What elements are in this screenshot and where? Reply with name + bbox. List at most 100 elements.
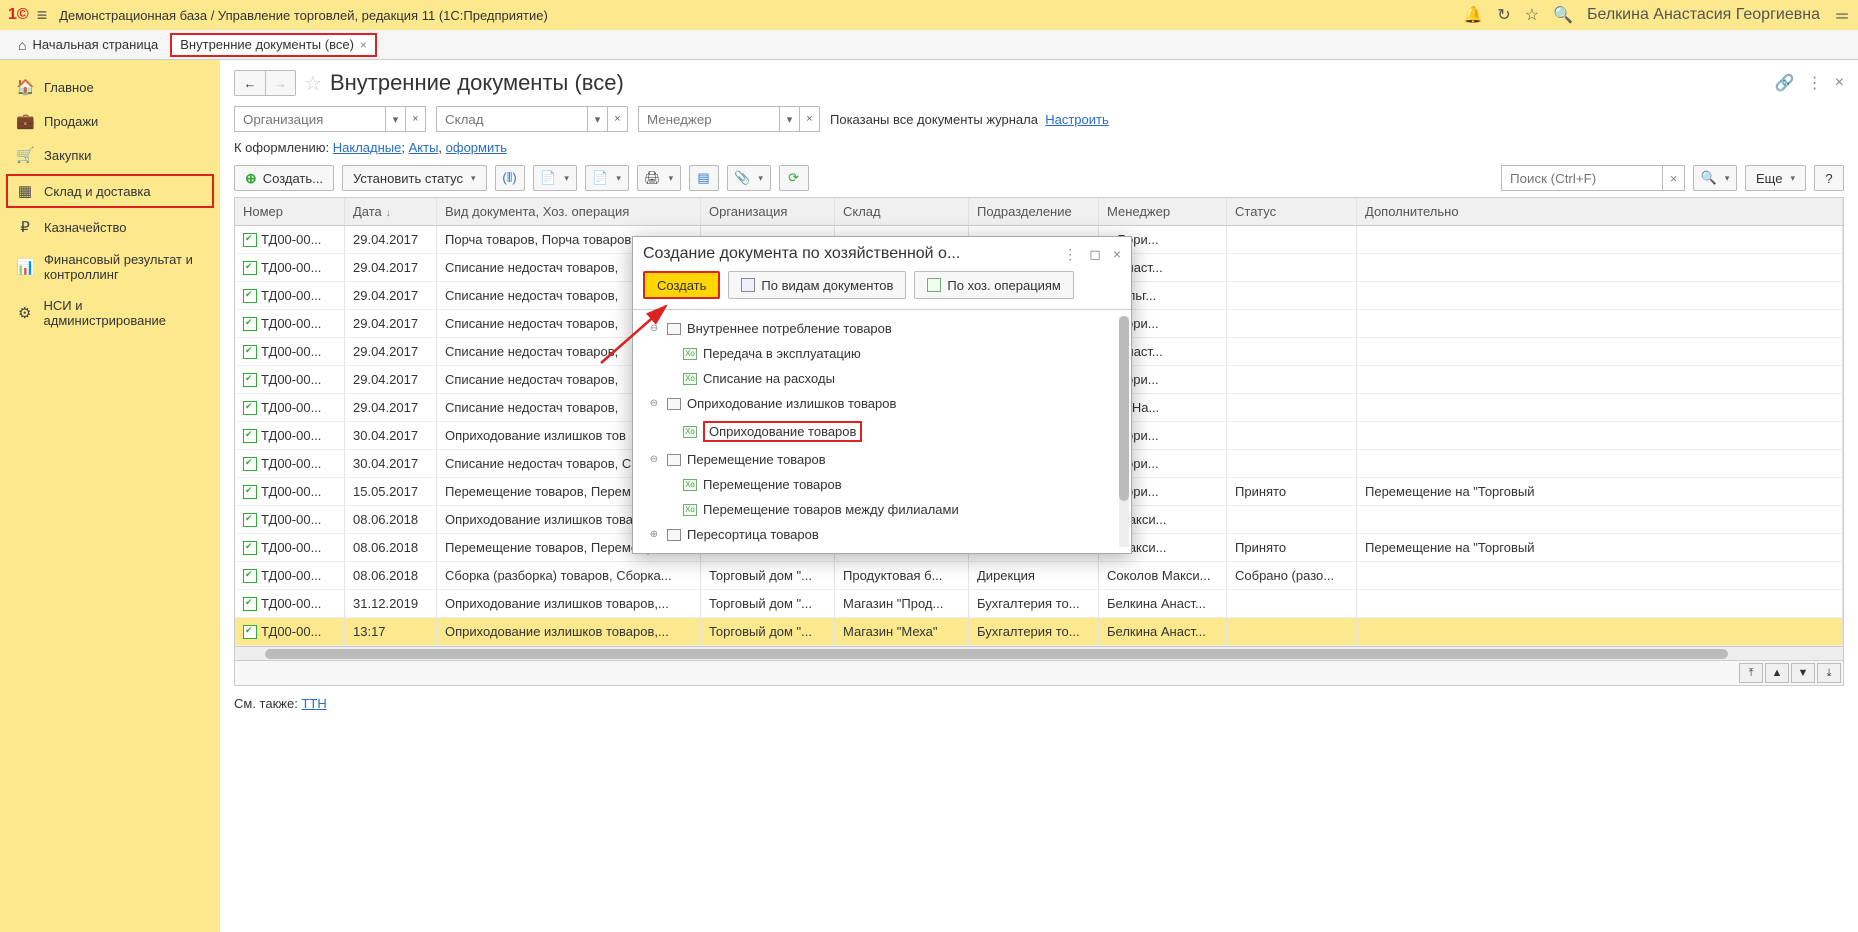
find-button[interactable]: 🔍▾ [1693, 165, 1737, 191]
dialog-by-types-button[interactable]: По видам документов [728, 271, 906, 299]
tab-active[interactable]: Внутренние документы (все) × [170, 33, 377, 57]
dialog-create-button[interactable]: Создать [643, 271, 720, 299]
dropdown-icon[interactable]: ▾ [779, 107, 799, 131]
clear-search-icon[interactable]: × [1662, 166, 1684, 190]
kebab-icon[interactable]: ⋮ [1807, 73, 1823, 93]
col-header-org[interactable]: Организация [701, 198, 835, 225]
sidebar-item[interactable]: 💼Продажи [0, 104, 220, 138]
set-status-button[interactable]: Установить статус ▾ [342, 165, 487, 191]
nav-forward-button[interactable]: → [265, 71, 295, 95]
tree-leaf[interactable]: ХоПеремещение товаров между филиалами [633, 497, 1131, 522]
attach-button[interactable]: 📎▾ [727, 165, 771, 191]
dialog-kebab-icon[interactable]: ⋮ [1063, 246, 1077, 263]
tree-leaf[interactable]: ХоПередача в эксплуатацию [633, 341, 1131, 366]
sidebar-item[interactable]: ▦Склад и доставка [6, 174, 214, 208]
col-header-dop[interactable]: Дополнительно [1357, 198, 1843, 225]
doc-status-icon [243, 597, 257, 611]
search-input[interactable] [1502, 166, 1662, 190]
clear-icon[interactable]: × [799, 107, 819, 131]
link-akty[interactable]: Акты [409, 140, 439, 155]
col-header-date[interactable]: Дата↓ [345, 198, 437, 225]
expander-icon[interactable]: ⊖ [647, 398, 661, 409]
search-icon[interactable]: 🔍 [1553, 5, 1573, 25]
page-header: ← → ☆ Внутренние документы (все) 🔗 ⋮ × [234, 70, 1844, 96]
create-button[interactable]: ⊕ Создать... [234, 165, 334, 191]
search-box[interactable]: × [1501, 165, 1685, 191]
bell-icon[interactable]: 🔔 [1463, 5, 1483, 25]
col-header-mgr[interactable]: Менеджер [1099, 198, 1227, 225]
close-page-icon[interactable]: × [1835, 74, 1844, 92]
tab-home[interactable]: ⌂ Начальная страница [6, 30, 170, 59]
help-button[interactable]: ? [1814, 165, 1844, 191]
dialog-maximize-icon[interactable]: ◻ [1089, 246, 1101, 263]
expander-icon[interactable]: ⊖ [647, 323, 661, 334]
expander-icon[interactable]: ⊖ [647, 454, 661, 465]
col-header-podr[interactable]: Подразделение [969, 198, 1099, 225]
grid-nav-up[interactable]: ▲ [1765, 663, 1789, 683]
link-nakladnye[interactable]: Накладные [333, 140, 402, 155]
operation-icon: Хо [683, 373, 697, 385]
filter-sklad[interactable]: ▾ × [436, 106, 628, 132]
link-icon[interactable]: 🔗 [1775, 73, 1795, 93]
favorite-star-icon[interactable]: ☆ [304, 71, 322, 96]
col-header-status[interactable]: Статус [1227, 198, 1357, 225]
table-row[interactable]: ТД00-00... 31.12.2019 Оприходование изли… [235, 590, 1843, 618]
sidebar-label: Финансовый результат и контроллинг [44, 252, 204, 282]
tree-folder[interactable]: ⊖Внутреннее потребление товаров [633, 316, 1131, 341]
equals-icon[interactable]: ＝ [1834, 3, 1850, 27]
tab-close-icon[interactable]: × [360, 38, 367, 52]
history-icon[interactable]: ↻ [1497, 5, 1510, 25]
more-button[interactable]: Еще ▾ [1745, 165, 1806, 191]
ttn-link[interactable]: ТТН [301, 696, 326, 711]
tree-folder[interactable]: ⊖Оприходование излишков товаров [633, 391, 1131, 416]
table-row[interactable]: ТД00-00... 08.06.2018 Сборка (разборка) … [235, 562, 1843, 590]
sidebar-item[interactable]: 🛒Закупки [0, 138, 220, 172]
clear-icon[interactable]: × [607, 107, 627, 131]
user-name[interactable]: Белкина Анастасия Георгиевна [1587, 6, 1820, 24]
filter-org-input[interactable] [235, 107, 385, 131]
col-header-number[interactable]: Номер [235, 198, 345, 225]
filter-mgr-input[interactable] [639, 107, 779, 131]
horizontal-scrollbar[interactable] [235, 646, 1843, 660]
nav-back-button[interactable]: ← [235, 71, 265, 95]
table-row[interactable]: ТД00-00... 13:17 Оприходование излишков … [235, 618, 1843, 646]
sidebar-icon: ▦ [16, 182, 34, 200]
dropdown-icon[interactable]: ▾ [385, 107, 405, 131]
sidebar-item[interactable]: ⚙НСИ и администрирование [0, 290, 220, 336]
tree-leaf[interactable]: ХоОприходование товаров [633, 416, 1131, 447]
dt-button[interactable]: 📄▾ [533, 165, 577, 191]
grid-nav-top[interactable]: ⤒ [1739, 663, 1763, 683]
expander-icon[interactable]: ⊕ [647, 529, 661, 540]
tree-leaf[interactable]: ХоСписание на расходы [633, 366, 1131, 391]
dialog-toolbar: Создать По видам документов По хоз. опер… [633, 271, 1131, 309]
col-header-vid[interactable]: Вид документа, Хоз. операция [437, 198, 701, 225]
col-header-sklad[interactable]: Склад [835, 198, 969, 225]
refresh-button[interactable]: ⟳ [779, 165, 809, 191]
grid-nav-bottom[interactable]: ⤓ [1817, 663, 1841, 683]
sidebar-item[interactable]: ₽Казначейство [0, 210, 220, 244]
edo-button[interactable]: 📄▾ [585, 165, 629, 191]
dialog-close-icon[interactable]: × [1113, 246, 1121, 263]
reports-button[interactable]: ▤ [689, 165, 719, 191]
tree-folder[interactable]: ⊕Пересортица товаров [633, 522, 1131, 547]
configure-link[interactable]: Настроить [1045, 112, 1109, 127]
print-button[interactable]: 🖨▾ [637, 165, 681, 191]
tree-label: Передача в эксплуатацию [703, 346, 861, 361]
menu-icon[interactable]: ≡ [37, 5, 48, 26]
tree-folder[interactable]: ⊖Перемещение товаров [633, 447, 1131, 472]
sidebar-item[interactable]: 🏠Главное [0, 70, 220, 104]
tree-scrollbar[interactable] [1119, 316, 1129, 547]
tree-leaf[interactable]: ХоПеремещение товаров [633, 472, 1131, 497]
dialog-by-ops-button[interactable]: По хоз. операциям [914, 271, 1073, 299]
filter-org[interactable]: ▾ × [234, 106, 426, 132]
filter-mgr[interactable]: ▾ × [638, 106, 820, 132]
doc-status-icon [243, 345, 257, 359]
filter-sklad-input[interactable] [437, 107, 587, 131]
barcode-button[interactable]: (⦀) [495, 165, 525, 191]
dropdown-icon[interactable]: ▾ [587, 107, 607, 131]
grid-nav-down[interactable]: ▼ [1791, 663, 1815, 683]
clear-icon[interactable]: × [405, 107, 425, 131]
link-oformit[interactable]: оформить [446, 140, 507, 155]
star-icon[interactable]: ☆ [1525, 5, 1539, 25]
sidebar-item[interactable]: 📊Финансовый результат и контроллинг [0, 244, 220, 290]
